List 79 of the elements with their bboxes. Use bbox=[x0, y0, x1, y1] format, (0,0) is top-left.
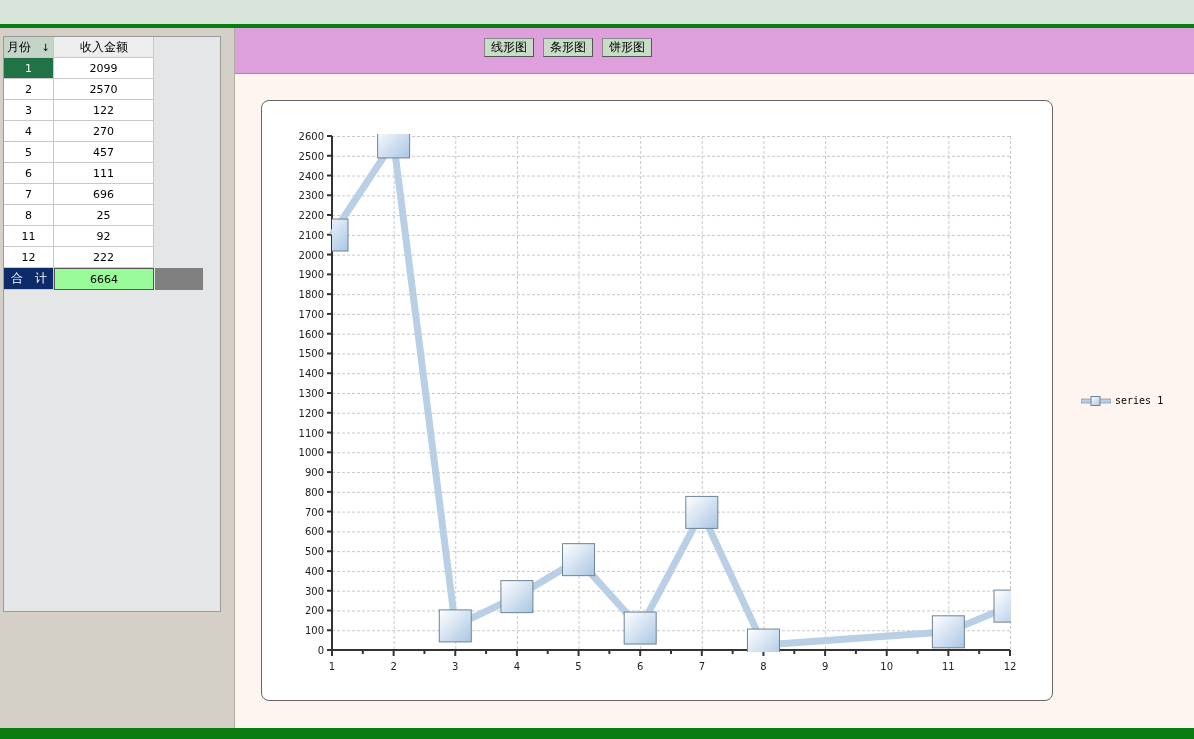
total-label: 合 计 bbox=[4, 268, 54, 290]
data-point bbox=[500, 580, 534, 614]
table-cell[interactable]: 11 bbox=[4, 226, 54, 247]
data-point bbox=[685, 495, 719, 529]
column-header[interactable]: 收入金额 bbox=[54, 37, 154, 58]
axis-label: 6 bbox=[637, 661, 644, 672]
table-cell: 122 bbox=[54, 100, 154, 121]
table-cell: 111 bbox=[54, 163, 154, 184]
table-cell[interactable]: 12 bbox=[4, 247, 54, 268]
data-point bbox=[931, 615, 965, 649]
table-cell[interactable]: 5 bbox=[4, 142, 54, 163]
axis-label: 1700 bbox=[298, 308, 324, 320]
table-cell: 2099 bbox=[54, 58, 154, 79]
axis-label: 200 bbox=[304, 605, 324, 617]
axis-label: 1200 bbox=[298, 407, 324, 419]
table-cell[interactable]: 7 bbox=[4, 184, 54, 205]
axis-label: 1900 bbox=[298, 269, 324, 281]
axis-label: 1800 bbox=[298, 289, 324, 301]
axis-label: 1300 bbox=[298, 388, 324, 399]
data-point bbox=[332, 218, 349, 252]
axis-label: 1600 bbox=[298, 328, 324, 340]
legend-label: series 1 bbox=[1115, 395, 1164, 406]
data-point bbox=[746, 628, 780, 652]
axis-label: 4 bbox=[513, 661, 521, 672]
data-point bbox=[438, 609, 472, 643]
data-point bbox=[993, 589, 1011, 623]
axis-label: 700 bbox=[304, 506, 324, 518]
axis-label: 2300 bbox=[298, 190, 324, 202]
axis-label: 1100 bbox=[298, 427, 324, 439]
axis-label: 5 bbox=[575, 661, 582, 672]
column-header[interactable]: 月份 ↓ bbox=[4, 37, 54, 58]
axis-label: 0 bbox=[317, 645, 324, 656]
table-cell: 270 bbox=[54, 121, 154, 142]
data-point bbox=[562, 543, 596, 577]
chart-type-button[interactable]: 线形图 bbox=[484, 38, 534, 57]
total-cell: 6664 bbox=[54, 268, 154, 290]
axis-label: 100 bbox=[304, 625, 324, 637]
axis-label: 1000 bbox=[298, 447, 324, 459]
axis-label: 2200 bbox=[298, 210, 324, 222]
table-cell: 222 bbox=[54, 247, 154, 268]
table-cell[interactable]: 3 bbox=[4, 100, 54, 121]
table-cell[interactable]: 6 bbox=[4, 163, 54, 184]
axis-label: 10 bbox=[880, 661, 894, 672]
axis-label: 3 bbox=[452, 661, 459, 672]
table-cell: 457 bbox=[54, 142, 154, 163]
axis-label: 600 bbox=[304, 526, 324, 538]
table-cell: 25 bbox=[54, 205, 154, 226]
table-cell: 696 bbox=[54, 184, 154, 205]
axis-label: 2100 bbox=[298, 229, 324, 241]
data-point bbox=[623, 611, 657, 645]
axis-label: 1400 bbox=[298, 368, 324, 380]
chart-type-button[interactable]: 条形图 bbox=[543, 38, 593, 57]
axis-label: 2 bbox=[390, 661, 397, 672]
total-filler bbox=[155, 268, 203, 290]
legend-line-icon bbox=[1081, 395, 1111, 406]
axis-label: 900 bbox=[304, 467, 324, 479]
axis-label: 400 bbox=[304, 565, 324, 577]
axis-label: 9 bbox=[821, 661, 829, 672]
axis-label: 800 bbox=[304, 486, 324, 498]
table-cell[interactable]: 1 bbox=[4, 58, 54, 79]
data-point bbox=[377, 134, 411, 159]
table-cell[interactable]: 2 bbox=[4, 79, 54, 100]
axis-label: 2600 bbox=[298, 131, 324, 142]
axis-label: 8 bbox=[760, 661, 767, 672]
axis-label: 2500 bbox=[298, 150, 324, 162]
axis-label: 500 bbox=[304, 546, 324, 558]
table-cell: 92 bbox=[54, 226, 154, 247]
table-cell: 2570 bbox=[54, 79, 154, 100]
table-cell[interactable]: 4 bbox=[4, 121, 54, 142]
axis-label: 7 bbox=[698, 661, 705, 672]
axis-label: 11 bbox=[942, 661, 955, 672]
axis-label: 12 bbox=[1003, 661, 1017, 672]
axis-label: 300 bbox=[304, 585, 324, 597]
chart-type-button[interactable]: 饼形图 bbox=[602, 38, 652, 57]
axis-label: 2400 bbox=[298, 170, 324, 182]
axis-label: 1 bbox=[328, 661, 336, 672]
table-cell[interactable]: 8 bbox=[4, 205, 54, 226]
axis-label: 2000 bbox=[298, 249, 324, 261]
axis-label: 1500 bbox=[298, 348, 324, 360]
